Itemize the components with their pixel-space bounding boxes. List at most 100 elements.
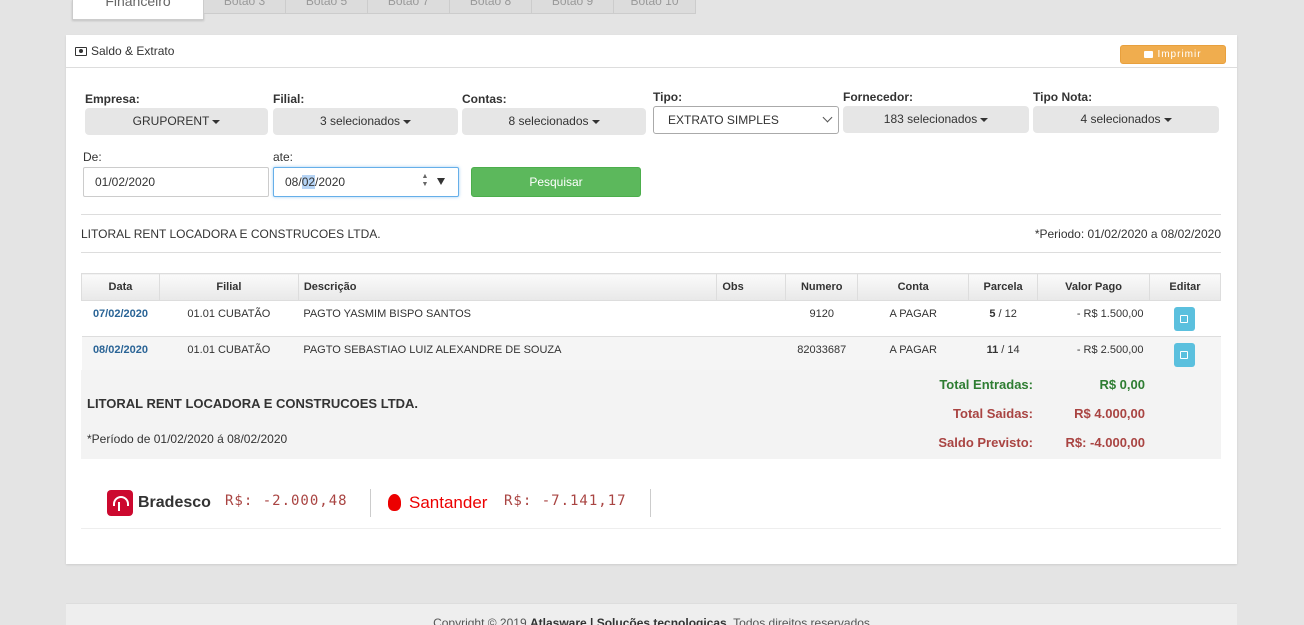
parcela-total: / 14	[998, 344, 1020, 356]
edit-icon[interactable]	[1174, 343, 1196, 367]
tab-6[interactable]: Botão 9	[532, 0, 614, 14]
table-row: 08/02/2020 01.01 CUBATÃO PAGTO SEBASTIAO…	[81, 336, 1221, 373]
extrato-table: Data Filial Descrição Obs Numero Conta P…	[81, 273, 1222, 373]
santander-logo: Santander	[386, 493, 487, 513]
fornecedor-label: Fornecedor:	[843, 90, 914, 104]
filial-value: 3 selecionados	[319, 114, 401, 128]
de-label: De:	[83, 150, 102, 164]
tiponota-dropdown[interactable]: 4 selecionados	[1033, 106, 1219, 133]
contas-dropdown[interactable]: 8 selecionados	[462, 108, 646, 135]
tipo-select[interactable]: EXTRATO SIMPLES	[653, 106, 839, 134]
table-header-row: Data Filial Descrição Obs Numero Conta P…	[81, 273, 1222, 301]
tiponota-value: 4 selecionados	[1080, 112, 1161, 126]
row-valor: - R$ 1.500,00	[1037, 300, 1150, 337]
panel-title-text: Saldo & Extrato	[91, 44, 175, 58]
empresa-label: Empresa:	[85, 92, 140, 106]
period-text: *Periodo: 01/02/2020 a 08/02/2020	[1034, 227, 1221, 241]
total-saidas-label: Total Saidas:	[953, 406, 1033, 421]
saldo-previsto-value: R$: -4.000,00	[1065, 435, 1146, 450]
col-obs: Obs	[716, 273, 787, 301]
summary-box: LITORAL RENT LOCADORA E CONSTRUCOES LTDA…	[81, 370, 1221, 459]
tab-financeiro[interactable]: Financeiro	[72, 0, 204, 20]
divider	[81, 252, 1221, 253]
footer: Copyright © 2019 Atlasware | Soluções te…	[66, 603, 1237, 625]
de-date-input[interactable]: 01/02/2020	[83, 167, 269, 197]
parcela-num: 11	[986, 344, 999, 356]
caret-down-icon	[1163, 117, 1172, 122]
ate-date-selected-segment: 02	[301, 175, 316, 189]
santander-flame-icon	[386, 494, 404, 512]
col-filial: Filial	[158, 273, 299, 301]
bank-separator	[650, 489, 651, 517]
row-editar	[1149, 300, 1221, 337]
company-name: LITORAL RENT LOCADORA E CONSTRUCOES LTDA…	[81, 227, 381, 241]
row-parcela: 5 / 12	[968, 300, 1038, 337]
edit-icon[interactable]	[1174, 307, 1196, 331]
fornecedor-value: 183 selecionados	[883, 112, 978, 126]
date-spinner-icon[interactable]: ▲ ▼	[420, 173, 430, 191]
filial-dropdown[interactable]: 3 selecionados	[273, 108, 458, 135]
row-descricao: PAGTO SEBASTIAO LUIZ ALEXANDRE DE SOUZA	[298, 336, 717, 373]
total-saidas-value: R$ 4.000,00	[1074, 406, 1145, 421]
row-date[interactable]: 07/02/2020	[81, 300, 160, 337]
row-conta: A PAGAR	[857, 300, 969, 337]
row-conta: A PAGAR	[857, 336, 969, 373]
ate-date-post: /2020	[315, 175, 346, 189]
total-entradas-label: Total Entradas:	[939, 377, 1033, 392]
printer-icon	[1144, 51, 1154, 58]
tab-5[interactable]: Botão 8	[450, 0, 532, 14]
footer-post: Todos direitos reservados	[730, 616, 870, 625]
row-editar	[1149, 336, 1221, 373]
col-numero: Numero	[785, 273, 859, 301]
tab-2[interactable]: Botão 3	[204, 0, 286, 14]
empresa-dropdown[interactable]: GRUPORENT	[85, 108, 268, 135]
tiponota-label: Tipo Nota:	[1033, 90, 1093, 104]
row-obs	[716, 336, 786, 373]
tab-3[interactable]: Botão 5	[286, 0, 368, 14]
empresa-value: GRUPORENT	[132, 114, 210, 128]
row-obs	[716, 300, 786, 337]
col-valor-pago: Valor Pago	[1037, 273, 1150, 301]
bank-separator	[370, 489, 371, 517]
col-conta: Conta	[857, 273, 970, 301]
search-button[interactable]: Pesquisar	[471, 167, 641, 197]
col-data: Data	[81, 273, 160, 301]
bradesco-amount: R$: -2.000,48	[225, 493, 348, 509]
row-parcela: 11 / 14	[968, 336, 1038, 373]
bank-balances: Bradesco R$: -2.000,48 Santander R$: -7.…	[81, 479, 1221, 529]
col-parcela: Parcela	[968, 273, 1039, 301]
row-date[interactable]: 08/02/2020	[81, 336, 160, 373]
ate-date-input[interactable]: 08/02/2020 ▲ ▼	[273, 167, 459, 197]
santander-name: Santander	[409, 493, 488, 512]
contas-value: 8 selecionados	[508, 114, 589, 128]
print-label: Imprimir	[1157, 49, 1202, 60]
filial-label: Filial:	[273, 92, 305, 106]
footer-pre: Copyright © 2019	[433, 616, 530, 625]
tipo-value: EXTRATO SIMPLES	[668, 113, 779, 127]
summary-period: *Período de 01/02/2020 á 08/02/2020	[87, 432, 288, 446]
footer-brand: Atlasware | Soluções tecnologicas.	[529, 616, 731, 625]
col-descricao: Descrição	[297, 273, 718, 301]
chevron-down-icon	[822, 112, 833, 123]
row-date-link[interactable]: 07/02/2020	[93, 308, 148, 320]
date-dropdown-icon[interactable]	[437, 178, 445, 185]
row-filial: 01.01 CUBATÃO	[159, 300, 299, 337]
bradesco-icon	[107, 490, 133, 516]
tab-7[interactable]: Botão 10	[614, 0, 696, 14]
col-editar: Editar	[1148, 273, 1222, 301]
row-numero: 9120	[785, 300, 858, 337]
print-button[interactable]: Imprimir	[1120, 45, 1226, 64]
ate-label: ate:	[273, 150, 294, 164]
bradesco-name: Bradesco	[138, 494, 211, 511]
divider	[81, 214, 1221, 215]
bradesco-logo: Bradesco	[107, 490, 211, 516]
caret-down-icon	[591, 119, 600, 124]
row-date-link[interactable]: 08/02/2020	[93, 344, 148, 356]
total-entradas-value: R$ 0,00	[1099, 377, 1145, 392]
parcela-total: / 12	[995, 308, 1017, 320]
santander-amount: R$: -7.141,17	[504, 493, 627, 509]
panel-header: Saldo & Extrato Imprimir	[66, 35, 1237, 68]
tab-4[interactable]: Botão 7	[368, 0, 450, 14]
row-valor: - R$ 2.500,00	[1037, 336, 1150, 373]
fornecedor-dropdown[interactable]: 183 selecionados	[843, 106, 1029, 133]
